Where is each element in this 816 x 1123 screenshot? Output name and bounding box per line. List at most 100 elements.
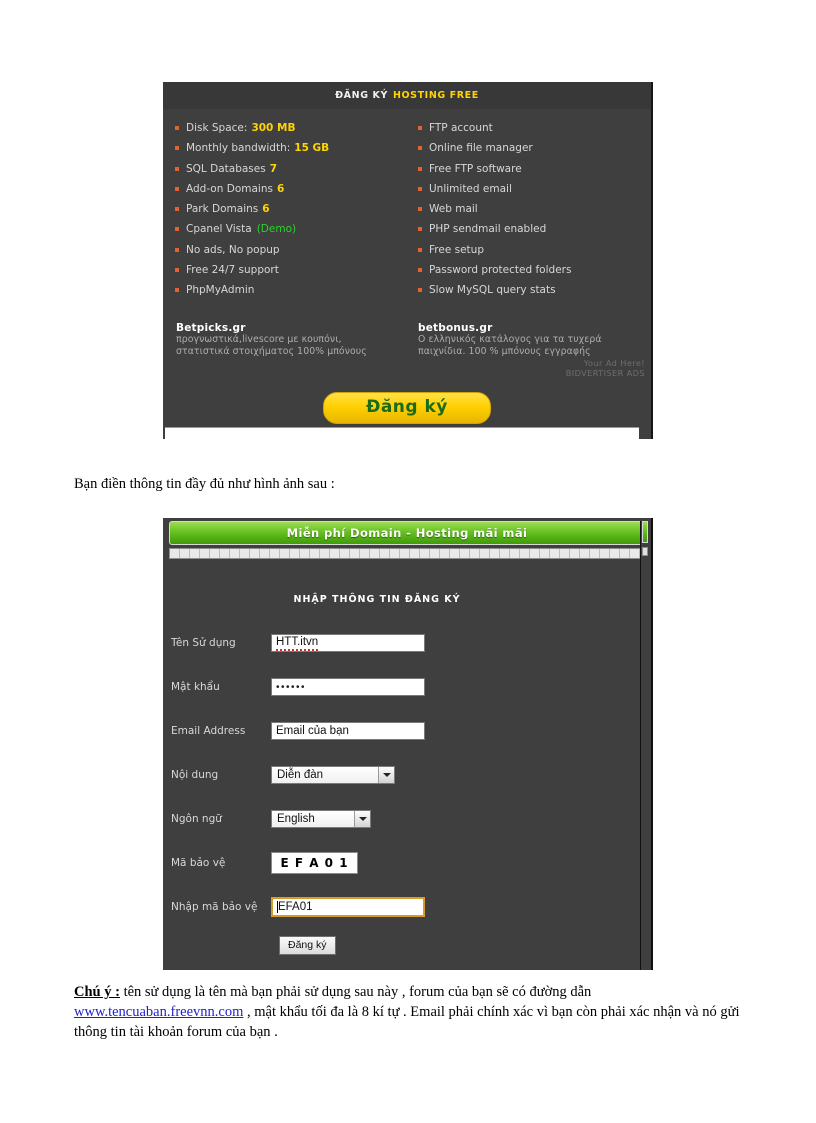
right-column-green-strip [642,521,648,543]
bullet-square-icon [175,288,179,293]
feature-label: PHP sendmail enabled [429,223,547,236]
form-row-captcha-input: Nhập mã bảo vệ EFA01 [171,885,651,929]
language-select[interactable]: English [271,810,371,828]
ad-line-2: στατιστικά στοιχήματος 100% μπόνους [176,345,367,357]
ad-betbonus[interactable]: betbonus.gr Ο ελληνικός κατάλογος για τα… [409,322,651,378]
bottom-note: Chú ý : tên sử dụng là tên mà bạn phải s… [74,982,744,1042]
feature-value: 15 GB [294,142,330,155]
feature-value: 6 [262,203,270,216]
banner-title-highlight: HOSTING FREE [392,90,479,101]
feature-item: No ads, No popup [175,244,407,264]
banner-cta-wrapper: Đăng ký [163,391,651,424]
cpanel-demo-link[interactable]: (Demo) [257,223,296,235]
bullet-square-icon [175,207,179,212]
feature-label: Unlimited email [429,182,512,195]
bullet-square-icon [418,207,422,212]
feature-label: SQL Databases [186,162,266,175]
form-row-password: Mật khẩu •••••• [171,665,651,709]
bullet-square-icon [175,126,179,130]
form-row-username: Tên Sử dụng HTT.itvn [171,621,651,665]
feature-item: Free 24/7 support [175,264,407,284]
note-text-part1: tên sử dụng là tên mà bạn phải sử dụng s… [119,984,592,1000]
label-captcha-input: Nhập mã bảo vệ [171,901,258,913]
ad-line-2: παιχνίδια. 100 % μπόνους εγγραφής [418,345,591,357]
register-button[interactable]: Đăng ký [323,391,491,424]
feature-item: Free FTP software [418,163,650,183]
captcha-image: E F A 0 1 [271,852,358,874]
feature-label: PhpMyAdmin [186,284,255,297]
content-select[interactable]: Diễn đàn [271,766,395,784]
banner-body: Disk Space: 300 MB Monthly bandwidth: 15… [163,109,651,424]
feature-item: PhpMyAdmin [175,284,407,304]
feature-label: Disk Space: [186,122,248,134]
form-row-email: Email Address Email của bạn [171,709,651,753]
note-link[interactable]: www.tencuaban.freevnn.com [74,1004,243,1020]
feature-item: SQL Databases 7 [175,163,407,183]
bullet-square-icon [418,146,422,151]
chevron-down-icon[interactable] [354,811,370,827]
feature-item: FTP account [418,122,650,142]
label-content: Nội dung [171,769,219,781]
form-row-language: Ngôn ngữ English [171,797,651,841]
username-input-value: HTT.itvn [276,636,319,651]
feature-label: Slow MySQL query stats [429,284,556,297]
feature-label: Password protected folders [429,264,572,277]
form-menu-strip[interactable] [169,548,645,559]
feature-value: 7 [269,162,278,175]
label-username: Tên Sử dụng [171,637,236,649]
email-input-value: Email của bạn [276,725,349,737]
bullet-square-icon [418,126,422,130]
feature-label: Free FTP software [429,162,522,175]
text-caret [277,901,278,913]
email-input[interactable]: Email của bạn [271,722,425,740]
ad-title[interactable]: betbonus.gr [418,322,651,334]
bullet-square-icon [175,227,179,232]
form-row-captcha-image: Mã bảo vệ E F A 0 1 [171,841,651,885]
label-language: Ngôn ngữ [171,813,222,825]
label-password: Mật khẩu [171,681,220,693]
feature-label: Add-on Domains [186,182,273,195]
form-header-title: Miễn phí Domain - Hosting mãi mãi [286,526,528,540]
feature-label: Web mail [429,203,478,216]
bullet-square-icon [175,268,179,273]
hosting-ad-banner: ĐĂNG KÝ HOSTING FREE Disk Space: 300 MB … [163,82,653,439]
label-captcha: Mã bảo vệ [171,857,226,869]
feature-item: Free setup [418,244,650,264]
ad-betpicks[interactable]: Betpicks.gr προγνωστικά,livescore με κου… [176,322,409,378]
feature-label: Cpanel Vista [186,223,252,236]
label-email: Email Address [171,725,246,737]
feature-value: 6 [276,182,285,195]
form-row-content: Nội dung Diễn đàn [171,753,651,797]
captcha-input[interactable]: EFA01 [271,897,425,917]
bidvertiser-ads-label[interactable]: BIDVERTISER ADS [418,368,651,378]
feature-column-right: FTP account Online file manager Free FTP… [407,122,650,305]
form-header-bar: Miễn phí Domain - Hosting mãi mãi [169,521,645,545]
feature-label: Free setup [429,243,484,256]
bullet-square-icon [175,166,179,171]
feature-label: Park Domains [186,203,259,216]
feature-label: FTP account [429,122,493,134]
bullet-square-icon [175,146,179,151]
advertisement-row: Betpicks.gr προγνωστικά,livescore με κου… [163,322,651,378]
feature-item: Park Domains 6 [175,203,407,223]
right-column-menu-strip [642,547,648,556]
feature-item: Web mail [418,203,650,223]
banner-bottom-strip [165,427,639,439]
feature-item: Cpanel Vista (Demo) [175,223,407,243]
form-section-heading: NHẬP THÔNG TIN ĐĂNG KÝ [293,594,461,605]
feature-value: 300 MB [251,122,296,134]
bullet-square-icon [418,247,422,252]
your-ad-here-label[interactable]: Your Ad Here! [418,358,651,368]
bullet-square-icon [175,247,179,252]
bullet-square-icon [418,268,422,273]
form-submit-button[interactable]: Đăng ký [279,936,336,955]
password-input[interactable]: •••••• [271,678,425,696]
bullet-square-icon [418,288,422,293]
chevron-down-icon[interactable] [378,767,394,783]
caption-before-form: Bạn điền thông tin đầy đủ như hình ảnh s… [74,476,335,492]
banner-title-plain: ĐĂNG KÝ [335,90,388,101]
ad-title[interactable]: Betpicks.gr [176,322,409,334]
content-select-value: Diễn đàn [277,769,324,781]
username-input[interactable]: HTT.itvn [271,634,425,652]
feature-label: Online file manager [429,142,533,155]
